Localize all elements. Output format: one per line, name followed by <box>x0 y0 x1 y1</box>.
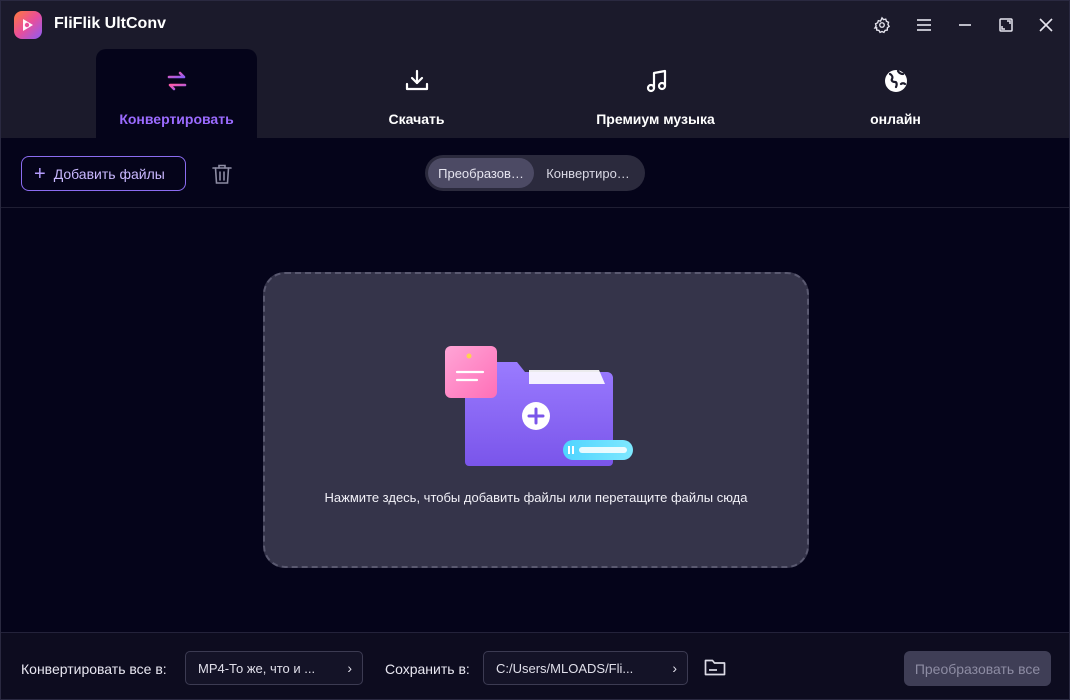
music-note-icon <box>642 67 670 95</box>
app-title: FliFlik UltConv <box>54 15 166 32</box>
convert-all-button[interactable]: Преобразовать все <box>904 651 1051 686</box>
output-format-value: MP4-То же, что и ... <box>198 660 316 676</box>
output-path-value: C:/Users/MLOADS/Fli... <box>496 660 634 676</box>
output-format-select[interactable]: MP4-То же, что и ... › <box>185 651 363 685</box>
tab-convert[interactable]: Конвертировать <box>96 49 257 138</box>
dropzone-hint: Нажмите здесь, чтобы добавить файлы или … <box>324 490 748 505</box>
tab-convert-label: Конвертировать <box>119 111 234 127</box>
save-to-label: Сохранить в: <box>385 661 470 677</box>
tab-premium-music[interactable]: Премиум музыка <box>575 49 736 138</box>
app-window: FliFlik UltConv Конвертировать Скачать П… <box>0 0 1070 700</box>
convert-arrows-icon <box>163 67 191 95</box>
app-logo-icon <box>14 11 42 39</box>
plus-icon: + <box>34 162 46 185</box>
top-panel: FliFlik UltConv Конвертировать Скачать П… <box>1 1 1069 138</box>
globe-icon <box>882 67 910 95</box>
tab-download[interactable]: Скачать <box>336 49 497 138</box>
minimize-icon[interactable] <box>953 13 977 37</box>
output-path-select[interactable]: C:/Users/MLOADS/Fli... › <box>483 651 688 685</box>
tab-online-label: онлайн <box>870 111 921 127</box>
mode-convert-inactive[interactable]: Конвертиро… <box>534 158 642 188</box>
folder-illustration-icon <box>443 344 635 472</box>
mode-convert-active[interactable]: Преобразов… <box>428 158 534 188</box>
chevron-right-icon: › <box>347 660 352 676</box>
main-tabs: Конвертировать Скачать Премиум музыка он… <box>1 49 1069 138</box>
close-icon[interactable] <box>1034 13 1058 37</box>
bottom-bar: Конвертировать все в: MP4-То же, что и .… <box>1 632 1069 699</box>
menu-icon[interactable] <box>912 13 936 37</box>
mode-switch: Преобразов… Конвертиро… <box>425 155 645 191</box>
tab-premium-music-label: Премиум музыка <box>596 111 715 127</box>
trash-icon[interactable] <box>210 162 234 186</box>
file-dropzone[interactable]: Нажмите здесь, чтобы добавить файлы или … <box>263 272 809 568</box>
maximize-icon[interactable] <box>994 13 1018 37</box>
open-folder-icon[interactable] <box>703 655 727 679</box>
add-files-button[interactable]: + Добавить файлы <box>21 156 186 191</box>
toolbar: + Добавить файлы Преобразов… Конвертиро… <box>1 138 1069 208</box>
tab-download-label: Скачать <box>388 111 445 127</box>
gear-icon[interactable] <box>870 13 894 37</box>
chevron-right-icon: › <box>672 660 677 676</box>
download-icon <box>403 67 431 95</box>
add-files-label: Добавить файлы <box>53 165 165 182</box>
convert-all-to-label: Конвертировать все в: <box>21 661 167 677</box>
title-bar: FliFlik UltConv <box>1 1 1069 49</box>
tab-online[interactable]: онлайн <box>815 49 976 138</box>
